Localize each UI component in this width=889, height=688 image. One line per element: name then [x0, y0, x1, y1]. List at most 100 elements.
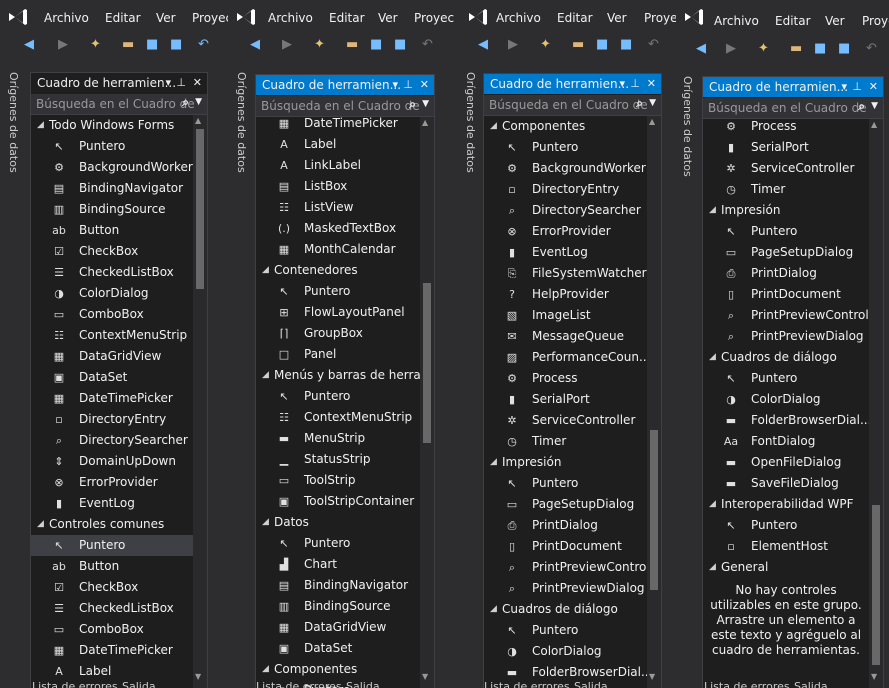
back-icon[interactable]: ◀	[478, 37, 488, 53]
search-icon[interactable]: ⌕	[182, 95, 189, 110]
toolbox-item[interactable]: ↖ Puntero	[31, 136, 193, 157]
save-all-icon[interactable]: ■	[170, 37, 182, 53]
toolbox-category[interactable]: ◢ Cuadros de diálogo	[484, 599, 647, 620]
toolbox-header[interactable]: Cuadro de herramien... ▾ ⊥ ✕	[256, 75, 434, 95]
save-icon[interactable]: ■	[146, 37, 158, 53]
menu-ver[interactable]: Ver	[607, 11, 627, 25]
data-sources-tab[interactable]: Orígenes de datos	[6, 72, 24, 312]
pin-icon[interactable]: ⊥	[403, 78, 413, 91]
close-icon[interactable]: ✕	[193, 76, 202, 89]
toolbox-item[interactable]: ↖ Puntero	[484, 137, 647, 158]
back-icon[interactable]: ◀	[24, 37, 34, 53]
toolbox-item[interactable]: ▣ DataSet	[31, 367, 193, 388]
save-all-icon[interactable]: ■	[838, 41, 850, 57]
toolbox-item[interactable]: ↖ Puntero	[31, 535, 193, 556]
toolbox-item[interactable]: ▯ PrintDocument	[484, 536, 647, 557]
toolbox-item[interactable]: ▯ PrintDocument	[703, 284, 869, 305]
toolbox-item[interactable]: □ Panel	[256, 344, 420, 365]
toolbox-item[interactable]: A Label	[31, 661, 193, 682]
toolbox-category[interactable]: ◢ Componentes	[484, 116, 647, 137]
toolbox-search[interactable]: Búsqueda en el Cuadro de ⌕ ▼	[256, 96, 434, 117]
search-icon[interactable]: ⌕	[409, 97, 416, 112]
toolbox-item[interactable]: ⎘ FileSystemWatcher	[484, 263, 647, 284]
scroll-up-icon[interactable]: ▲	[871, 120, 877, 129]
scrollbar[interactable]: ▲ ▼	[647, 116, 661, 688]
new-project-icon[interactable]: ✦	[758, 41, 769, 57]
search-dropdown-icon[interactable]: ▼	[649, 98, 656, 108]
toolbox-category[interactable]: ◢ Impresión	[703, 200, 869, 221]
toolbox-item[interactable]: ☷ ListView	[256, 197, 420, 218]
data-sources-tab[interactable]: Orígenes de datos	[463, 72, 481, 312]
close-icon[interactable]: ✕	[420, 78, 429, 91]
toolbox-item[interactable]: ▮ SerialPort	[484, 389, 647, 410]
error-list-tab[interactable]: Lista de errores	[32, 680, 118, 688]
dropdown-icon[interactable]: ▾	[619, 77, 625, 90]
toolbox-item[interactable]: ☰ CheckedListBox	[31, 262, 193, 283]
data-sources-tab[interactable]: Orígenes de datos	[680, 76, 698, 316]
toolbox-item[interactable]: ↖ Puntero	[256, 281, 420, 302]
search-icon[interactable]: ⌕	[636, 96, 643, 111]
menu-editar[interactable]: Editar	[775, 14, 811, 28]
toolbox-item[interactable]: ▦ DateTimePicker	[31, 640, 193, 661]
output-tab[interactable]: Salida	[122, 680, 156, 688]
new-project-icon[interactable]: ✦	[540, 37, 551, 53]
error-list-tab[interactable]: Lista de errores	[256, 680, 342, 688]
toolbox-item[interactable]: ☰ CheckedListBox	[31, 598, 193, 619]
toolbox-item[interactable]: ▤ BindingNavigator	[31, 178, 193, 199]
menu-archivo[interactable]: Archivo	[714, 14, 759, 28]
scroll-down-icon[interactable]: ▼	[649, 672, 655, 681]
open-icon[interactable]: ▬	[790, 41, 802, 57]
toolbox-item[interactable]: ◑ ColorDialog	[31, 283, 193, 304]
toolbox-item[interactable]: ✲ ServiceController	[484, 410, 647, 431]
visual-studio-logo[interactable]	[6, 7, 30, 27]
toolbox-category[interactable]: ◢ Cuadros de diálogo	[703, 347, 869, 368]
toolbox-item[interactable]: ↖ Puntero	[703, 221, 869, 242]
toolbox-item[interactable]: ▤ ListBox	[256, 176, 420, 197]
menu-ver[interactable]: Ver	[825, 14, 845, 28]
close-icon[interactable]: ✕	[869, 80, 878, 93]
toolbox-category[interactable]: ◢ Componentes	[256, 659, 420, 680]
toolbox-item[interactable]: ▫ DirectoryEntry	[31, 409, 193, 430]
toolbox-item[interactable]: ◷ Timer	[484, 431, 647, 452]
search-icon[interactable]: ⌕	[858, 99, 865, 114]
pin-icon[interactable]: ⊥	[630, 77, 640, 90]
toolbox-item[interactable]: ▦ DataGridView	[256, 617, 420, 638]
toolbox-item[interactable]: ⇕ DomainUpDown	[31, 451, 193, 472]
menu-editar[interactable]: Editar	[329, 11, 365, 25]
undo-icon[interactable]: ↶	[422, 37, 433, 53]
scroll-down-icon[interactable]: ▼	[422, 672, 428, 681]
toolbox-item[interactable]: ▫ ElementHost	[703, 536, 869, 557]
save-icon[interactable]: ■	[596, 37, 608, 53]
toolbox-item[interactable]: ⎙ PrintDialog	[703, 263, 869, 284]
toolbox-item[interactable]: ▬ OpenFileDialog	[703, 452, 869, 473]
toolbox-item[interactable]: ▥ BindingSource	[31, 199, 193, 220]
toolbox-item[interactable]: ✉ MessageQueue	[484, 326, 647, 347]
toolbox-category[interactable]: ◢ Todo Windows Forms	[31, 115, 193, 136]
save-icon[interactable]: ■	[370, 37, 382, 53]
forward-icon[interactable]: ▶	[282, 37, 292, 53]
toolbox-item[interactable]: ⚙ BackgroundWorker	[31, 157, 193, 178]
toolbox-item[interactable]: ↖ Puntero	[703, 515, 869, 536]
menu-proyecto[interactable]: Proyec	[192, 11, 228, 25]
toolbox-item[interactable]: ⚙ Process	[484, 368, 647, 389]
scrollbar-thumb[interactable]	[650, 430, 658, 590]
menu-editar[interactable]: Editar	[105, 11, 141, 25]
toolbox-item[interactable]: ▧ ImageList	[484, 305, 647, 326]
toolbox-category[interactable]: ◢ Contenedores	[256, 260, 420, 281]
new-project-icon[interactable]: ✦	[314, 37, 325, 53]
toolbox-item[interactable]: ▮ SerialPort	[703, 137, 869, 158]
toolbox-item[interactable]: ⌕ PrintPreviewDialog	[484, 578, 647, 599]
toolbox-item[interactable]: Aa FontDialog	[703, 431, 869, 452]
new-project-icon[interactable]: ✦	[90, 37, 101, 53]
toolbox-item[interactable]: ⎙ PrintDialog	[484, 515, 647, 536]
toolbox-item[interactable]: ▭ ComboBox	[31, 619, 193, 640]
open-icon[interactable]: ▬	[122, 37, 134, 53]
toolbox-item[interactable]: ▦ DateTimePicker	[31, 388, 193, 409]
toolbox-item[interactable]: ▤ BindingNavigator	[256, 575, 420, 596]
save-all-icon[interactable]: ■	[620, 37, 632, 53]
scroll-down-icon[interactable]: ▼	[195, 672, 201, 681]
toolbox-item[interactable]: ⊞ FlowLayoutPanel	[256, 302, 420, 323]
menu-proyecto[interactable]: Proyec	[414, 11, 454, 25]
scroll-down-icon[interactable]: ▼	[871, 672, 877, 681]
toolbox-item[interactable]: ⌈⌉ GroupBox	[256, 323, 420, 344]
